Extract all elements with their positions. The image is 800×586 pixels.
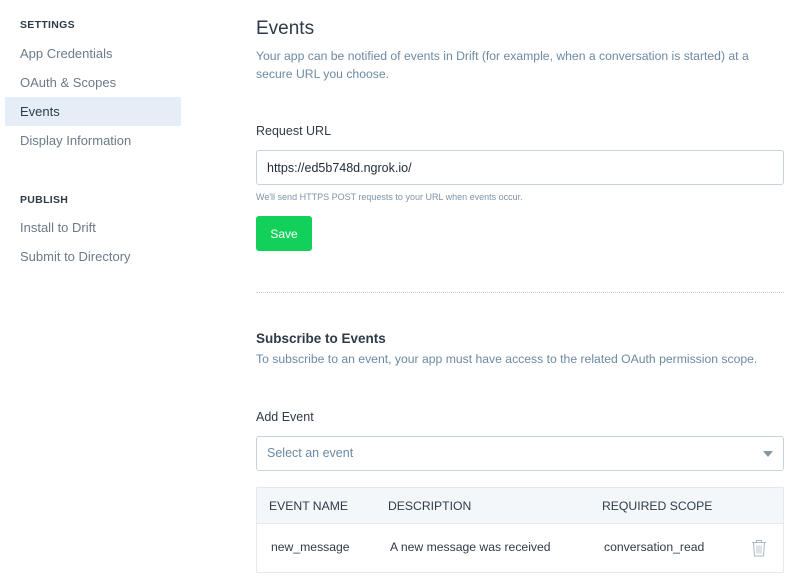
column-header-required-scope: REQUIRED SCOPE	[602, 499, 713, 513]
sidebar-item-display-information[interactable]: Display Information	[5, 126, 181, 155]
subscribe-description: To subscribe to an event, your app must …	[256, 352, 758, 366]
column-header-event-name: EVENT NAME	[269, 499, 349, 513]
cell-required-scope: conversation_read	[604, 540, 705, 554]
request-url-input[interactable]	[256, 150, 784, 185]
event-select-placeholder: Select an event	[267, 446, 354, 460]
sidebar-item-submit-to-directory[interactable]: Submit to Directory	[5, 242, 181, 271]
add-event-label: Add Event	[256, 410, 314, 424]
sidebar: SETTINGS App Credentials OAuth & Scopes …	[0, 0, 190, 586]
table-row: new_message A new message was received c…	[257, 524, 783, 572]
request-url-label: Request URL	[256, 124, 332, 138]
save-button[interactable]: Save	[256, 216, 312, 251]
page-title: Events	[256, 18, 315, 39]
page-description: Your app can be notified of events in Dr…	[256, 49, 749, 81]
chevron-down-icon	[763, 451, 773, 457]
trash-icon[interactable]	[751, 539, 767, 557]
event-select[interactable]: Select an event	[256, 436, 784, 471]
cell-event-name: new_message	[271, 540, 350, 554]
table-header: EVENT NAME DESCRIPTION REQUIRED SCOPE	[257, 488, 783, 524]
column-header-description: DESCRIPTION	[388, 499, 472, 513]
settings-heading: SETTINGS	[20, 19, 75, 31]
subscribe-title: Subscribe to Events	[256, 331, 386, 346]
sidebar-item-events[interactable]: Events	[5, 97, 181, 126]
section-divider	[256, 292, 784, 293]
cell-description: A new message was received	[390, 540, 551, 554]
request-url-helper: We'll send HTTPS POST requests to your U…	[256, 192, 523, 202]
sidebar-item-oauth-scopes[interactable]: OAuth & Scopes	[5, 68, 181, 97]
events-table: EVENT NAME DESCRIPTION REQUIRED SCOPE ne…	[256, 487, 784, 573]
sidebar-item-install-to-drift[interactable]: Install to Drift	[5, 213, 181, 242]
sidebar-item-app-credentials[interactable]: App Credentials	[5, 39, 181, 68]
publish-heading: PUBLISH	[20, 194, 69, 206]
